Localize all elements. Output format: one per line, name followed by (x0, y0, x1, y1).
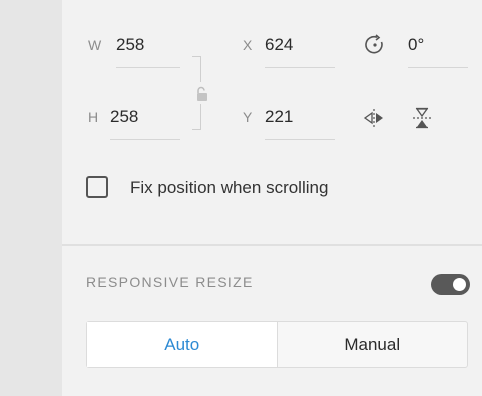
resize-mode-segmented-control: Auto Manual (86, 321, 468, 368)
proportion-bracket-bottom (192, 104, 201, 130)
resize-mode-auto[interactable]: Auto (87, 322, 277, 367)
flip-horizontal-icon[interactable] (363, 108, 385, 128)
rotation-underline (408, 67, 468, 68)
width-label: W (88, 37, 102, 53)
flip-vertical-icon[interactable] (412, 107, 432, 129)
resize-mode-manual[interactable]: Manual (276, 322, 468, 367)
left-sidebar (0, 0, 62, 396)
width-field[interactable]: 258 (116, 35, 144, 55)
rotate-icon (365, 34, 383, 54)
x-field[interactable]: 624 (265, 35, 293, 55)
height-label: H (88, 109, 99, 125)
x-label: X (243, 37, 253, 53)
rotation-field[interactable]: 0° (408, 35, 424, 55)
toggle-knob (453, 278, 466, 291)
height-field[interactable]: 258 (110, 107, 138, 127)
width-underline (116, 67, 180, 68)
y-label: Y (243, 109, 253, 125)
section-divider (62, 244, 482, 246)
fix-position-label[interactable]: Fix position when scrolling (130, 178, 328, 198)
fix-position-checkbox[interactable] (86, 176, 108, 198)
unlock-icon[interactable] (195, 86, 209, 102)
x-underline (265, 67, 335, 68)
y-underline (265, 139, 335, 140)
responsive-resize-toggle[interactable] (431, 274, 470, 295)
proportion-bracket-top (192, 56, 201, 82)
responsive-resize-title: RESPONSIVE RESIZE (86, 274, 254, 290)
y-field[interactable]: 221 (265, 107, 293, 127)
height-underline (110, 139, 180, 140)
